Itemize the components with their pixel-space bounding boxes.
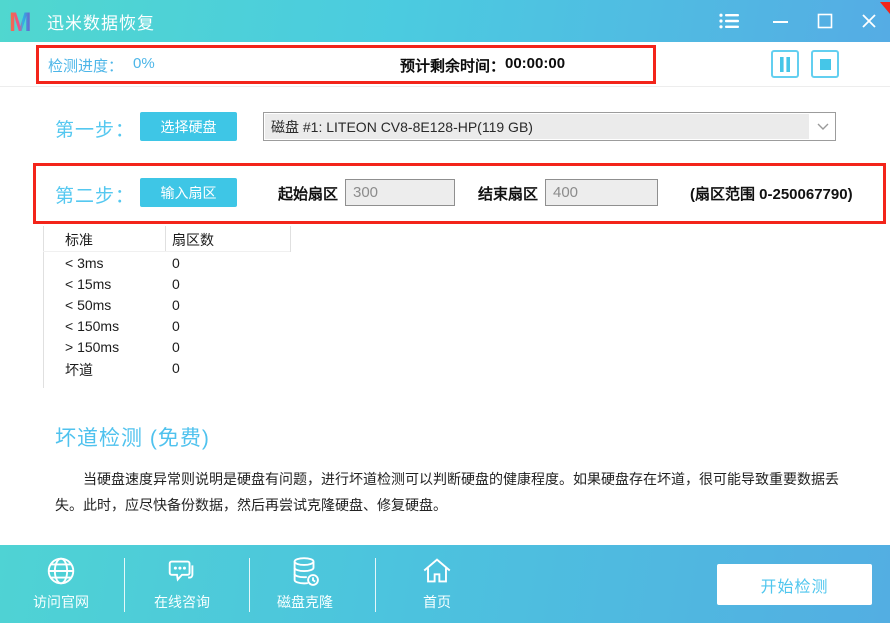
table-row-value: 0 [172,255,180,271]
start-sector-label: 起始扇区 [278,186,339,203]
step2-label: 第二步： [55,186,136,207]
progress-label: 检测进度： [48,58,124,75]
svg-text:M: M [9,8,32,35]
table-row-label: < 15ms [65,276,112,292]
table-header-divider [290,226,291,252]
maximize-button[interactable] [808,0,842,42]
disk-select-value: 磁盘 #1: LITEON CV8-8E128-HP(119 GB) [265,114,809,139]
input-sector-button[interactable]: 输入扇区 [140,178,237,207]
stop-icon [819,58,831,70]
brand-m-logo: M [9,8,39,35]
nav-item-label: 首页 [423,594,451,610]
nav-item-home[interactable]: 首页 [382,554,492,616]
table-header-underline [43,251,290,252]
close-button[interactable] [852,0,886,42]
table-row-label: < 50ms [65,297,112,313]
footer-toolbar: 访问官网 在线咨询 磁盘克隆 首页 开始检测 [0,545,890,623]
bad-sector-description: 当硬盘速度异常则说明是硬盘有问题，进行坏道检测可以判断硬盘的健康程度。如果硬盘存… [55,471,839,513]
nav-item-label: 访问官网 [33,594,89,610]
footer-divider [375,558,376,612]
table-header-sector-count: 扇区数 [172,232,214,248]
nav-item-label: 磁盘克隆 [277,594,333,610]
nav-item-label: 在线咨询 [154,594,210,610]
table-header-standard: 标准 [65,232,93,248]
table-row-label: < 150ms [65,318,120,334]
app-title: 迅米数据恢复 [47,13,155,33]
nav-item-online-chat[interactable]: 在线咨询 [127,554,237,616]
select-disk-button[interactable]: 选择硬盘 [140,112,237,141]
footer-divider [124,558,125,612]
app-window: M 迅米数据恢复 检测进度： 0% 预计剩余时间： 00:00:00 第一步： … [0,0,890,623]
chevron-down-icon [817,123,829,130]
pause-icon [780,56,790,72]
minimize-button[interactable] [764,0,798,42]
pause-button[interactable] [771,50,799,78]
table-row-value: 0 [172,297,180,313]
menu-list-icon[interactable] [712,0,746,42]
table-row-value: 0 [172,318,180,334]
bad-sector-heading: 坏道检测 (免费) [55,427,210,450]
sector-range-note: (扇区范围 0-250067790) [690,186,853,203]
table-row-value: 0 [172,360,180,376]
table-row-value: 0 [172,276,180,292]
chat-icon [168,560,194,582]
table-row-value: 0 [172,339,180,355]
globe-icon [47,557,75,585]
progress-value: 0% [133,55,155,72]
stop-button[interactable] [811,50,839,78]
disk-select-dropdown[interactable]: 磁盘 #1: LITEON CV8-8E128-HP(119 GB) [263,112,836,141]
home-icon [423,558,451,583]
disk-clone-icon [293,557,319,586]
step1-label: 第一步： [55,120,136,141]
table-header-divider [165,226,166,252]
table-row-label: 坏道 [65,362,93,378]
start-detection-button[interactable]: 开始检测 [717,564,872,605]
eta-label: 预计剩余时间： [400,58,506,75]
end-sector-input[interactable] [545,179,658,206]
end-sector-label: 结束扇区 [478,186,539,203]
window-controls [712,0,890,42]
nav-item-disk-clone[interactable]: 磁盘克隆 [250,554,360,616]
nav-item-website[interactable]: 访问官网 [6,554,116,616]
start-sector-input[interactable] [345,179,455,206]
table-row-label: > 150ms [65,339,120,355]
eta-value: 00:00:00 [505,55,566,72]
progress-section: 检测进度： 0% 预计剩余时间： 00:00:00 [0,42,890,87]
table-row-label: < 3ms [65,255,104,271]
titlebar: M 迅米数据恢复 [0,0,890,42]
